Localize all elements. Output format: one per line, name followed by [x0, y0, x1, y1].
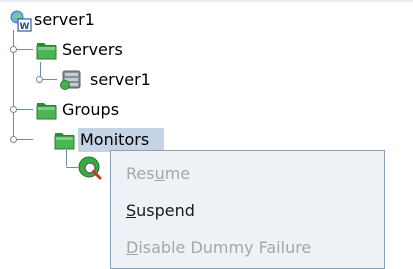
panel-top-border	[0, 0, 413, 2]
tree-node-monitor-resource[interactable]	[60, 156, 110, 180]
folder-icon	[54, 130, 76, 150]
expand-handle-icon[interactable]	[36, 76, 43, 83]
menu-item-label: uspend	[136, 201, 195, 220]
tree-connector-h	[17, 49, 33, 50]
tree-node-label: server1	[90, 70, 151, 89]
menu-item-suspend[interactable]: Suspend	[111, 194, 384, 228]
context-menu: Resume Suspend Disable Dummy Failure	[110, 150, 385, 269]
menu-item-resume[interactable]: Resume	[111, 157, 384, 191]
monitor-icon	[78, 156, 104, 180]
folder-icon	[36, 40, 58, 60]
menu-item-label: isable Dummy Failure	[138, 238, 312, 257]
tree-connector-h	[43, 79, 57, 80]
menu-item-mnemonic: D	[126, 238, 139, 257]
tree-node-monitors[interactable]: Monitors	[0, 128, 170, 152]
menu-item-label: Res	[126, 164, 155, 183]
tree-connector-h	[17, 139, 33, 140]
tree-node-server1[interactable]: server1	[0, 68, 200, 92]
expand-handle-icon[interactable]	[10, 136, 17, 143]
tree-node-label: server1	[34, 10, 95, 29]
svg-text:W: W	[20, 22, 30, 32]
tree-connector-h	[17, 109, 33, 110]
tree-node-servers[interactable]: Servers	[0, 38, 170, 62]
folder-icon	[36, 100, 58, 120]
tree-node-label: Groups	[62, 100, 120, 119]
cluster-tree: W server1 Servers server1 Groups Monitor…	[0, 0, 413, 269]
tree-node-groups[interactable]: Groups	[0, 98, 170, 122]
menu-item-mnemonic: S	[126, 201, 137, 220]
cluster-icon: W	[10, 10, 32, 32]
tree-node-label: Servers	[62, 40, 123, 59]
menu-item-disable-dummy-failure[interactable]: Disable Dummy Failure	[111, 231, 384, 265]
menu-item-mnemonic: u	[154, 164, 165, 183]
expand-handle-icon[interactable]	[10, 106, 17, 113]
tree-node-cluster-root[interactable]: W server1	[4, 8, 144, 32]
expand-handle-icon[interactable]	[10, 46, 17, 53]
tree-connector-h	[66, 167, 78, 168]
menu-item-label: me	[164, 164, 191, 183]
tree-node-label: Monitors	[80, 130, 150, 149]
server-icon	[60, 70, 84, 90]
